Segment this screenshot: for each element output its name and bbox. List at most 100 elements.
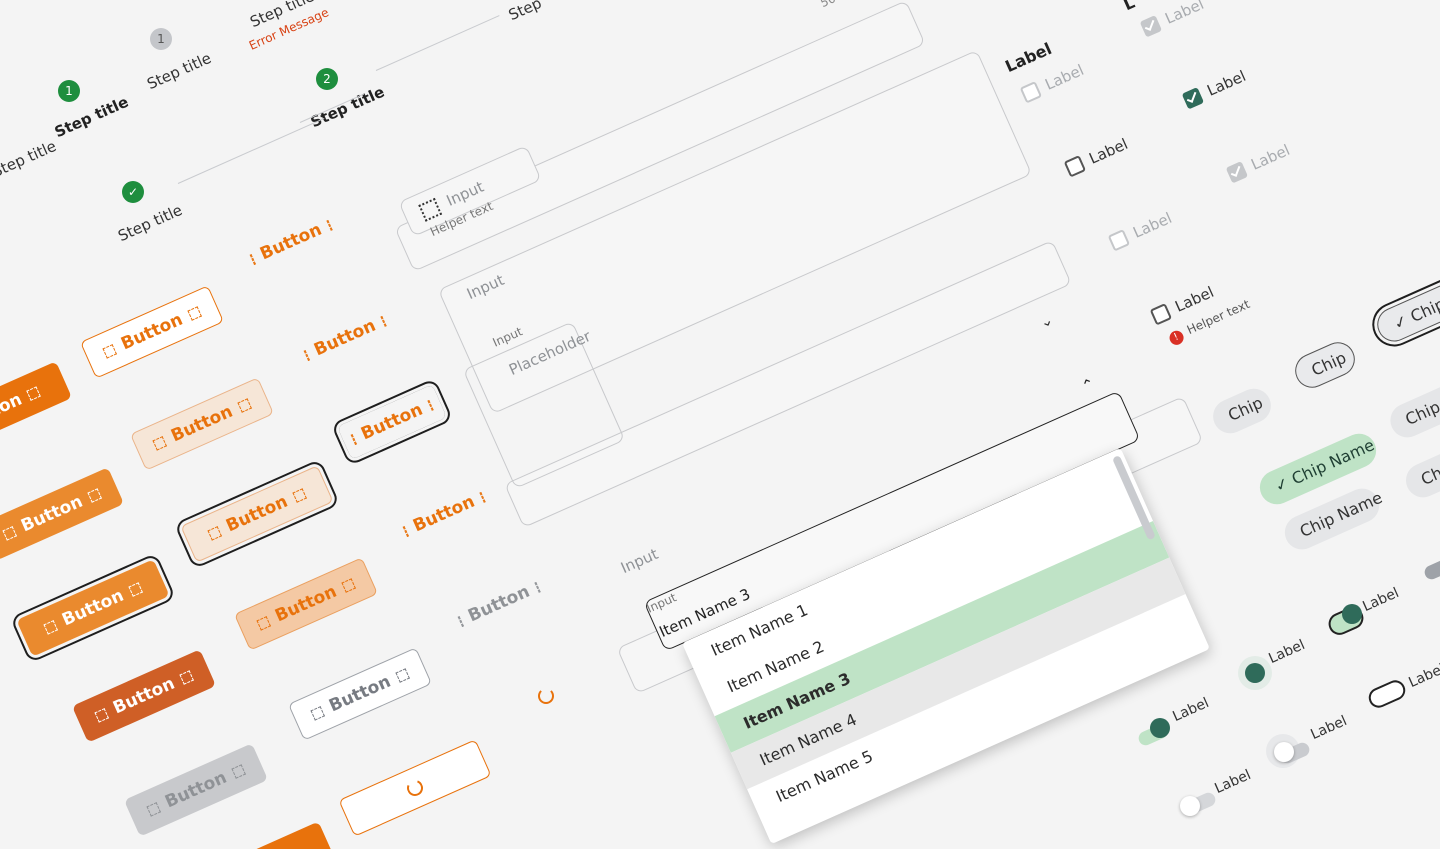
checkbox-box	[1139, 15, 1163, 38]
checkbox-unchecked[interactable]: Label	[1063, 134, 1131, 178]
placeholder-icon	[325, 219, 333, 231]
checkbox-box[interactable]	[1149, 303, 1173, 326]
button-label: Button	[410, 491, 478, 537]
step-number-badge-inactive: 1	[150, 28, 172, 50]
checkbox-box	[1019, 81, 1043, 104]
step-title-inactive[interactable]: Step title	[144, 49, 214, 93]
step-check-badge: ✓	[122, 181, 144, 203]
checkbox-label: Label	[1172, 282, 1217, 316]
chip-label: Chip	[1418, 457, 1440, 489]
checkbox-label: Label	[1248, 140, 1293, 174]
toggle-label: Label	[1266, 637, 1308, 667]
primary-button-pressed[interactable]: Button	[71, 649, 217, 743]
primary-button-disabled: Button	[123, 743, 269, 837]
outline-button[interactable]: Button	[79, 285, 225, 379]
text-button-disabled: Button	[441, 563, 558, 644]
checkbox-checked-disabled-2: Label	[1225, 140, 1293, 184]
placeholder-icon	[236, 398, 252, 413]
button-label: Button	[311, 315, 379, 361]
placeholder-icon	[426, 399, 434, 411]
toggle-knob	[1342, 604, 1362, 624]
placeholder-icon	[303, 349, 311, 361]
tonal-button[interactable]: Button	[129, 377, 275, 471]
chevron-up-icon[interactable]: ⌃	[1079, 374, 1098, 396]
chip-label: Chip	[1407, 294, 1440, 327]
checkbox-checked[interactable]: Label	[1181, 66, 1249, 110]
button-label: Button	[118, 309, 186, 355]
chip-partial[interactable]: Chip N	[1384, 375, 1440, 443]
button-label: Button	[358, 399, 426, 445]
placeholder-icon	[94, 707, 110, 722]
toggle-off-focused[interactable]	[1365, 677, 1409, 711]
loading-spinner-icon	[404, 777, 426, 799]
loading-spinner-icon	[538, 688, 554, 704]
character-counter-partial: 500	[818, 0, 845, 10]
check-icon: ✓	[1271, 473, 1292, 496]
chevron-down-icon[interactable]: ⌄	[1037, 310, 1056, 332]
chip-label: Chip Name	[1296, 487, 1386, 542]
input-placeholder: Input	[618, 544, 661, 578]
chip-selected-focused[interactable]: ✓ Chip	[1371, 271, 1440, 347]
step-connector	[177, 117, 325, 184]
primary-button-focused[interactable]: Button	[16, 559, 170, 657]
placeholder-icon	[152, 435, 168, 450]
checkbox-label: Label	[1042, 60, 1087, 94]
checkbox-label: Label	[1162, 0, 1207, 28]
button-label: Button	[162, 767, 230, 813]
chip-partial-2[interactable]: Chip	[1400, 439, 1440, 503]
step-title-current[interactable]: Step title	[308, 83, 387, 132]
primary-button[interactable]: Button	[0, 361, 73, 455]
text-button-pressed[interactable]: Button	[390, 475, 498, 552]
chip-default[interactable]: Chip	[1207, 383, 1277, 439]
placeholder-icon	[310, 705, 326, 720]
checkbox-box[interactable]	[1181, 87, 1205, 110]
button-label: Button	[18, 491, 86, 537]
button-label: Button	[326, 671, 394, 717]
placeholder-icon	[207, 525, 223, 540]
toggle-label: Label	[1170, 695, 1212, 725]
step-title-partial-left: Step title	[0, 136, 59, 182]
placeholder-icon	[340, 578, 356, 593]
toggle-knob	[1180, 796, 1200, 816]
chip-outlined[interactable]: Chip	[1289, 336, 1361, 394]
checkbox-label: Label	[1086, 134, 1131, 168]
placeholder-icon	[186, 306, 202, 321]
chip-label: Chip	[1225, 392, 1266, 425]
button-label: Button	[110, 673, 178, 719]
placeholder-icon	[394, 668, 410, 683]
toggle-label: Label	[1360, 585, 1402, 615]
button-label: Button	[59, 585, 127, 631]
checkbox-label: Label	[1204, 66, 1249, 100]
placeholder-icon	[146, 801, 162, 816]
checkbox-disabled-2: Label	[1107, 208, 1175, 252]
placeholder-icon	[178, 670, 194, 685]
toggle-knob	[1150, 718, 1170, 738]
placeholder-icon	[256, 615, 272, 630]
primary-button-partial[interactable]	[245, 821, 335, 849]
checkbox-group-label-partial: L	[1120, 0, 1138, 15]
primary-button-hover[interactable]: Button	[0, 467, 125, 561]
checkbox-checked-disabled: Label	[1139, 0, 1207, 38]
placeholder-icon	[26, 385, 41, 401]
step-title-complete[interactable]: Step title	[115, 201, 185, 245]
text-button-hover[interactable]: Button	[287, 297, 404, 378]
button-label: Button	[272, 581, 340, 627]
text-button-focused[interactable]: Button	[337, 384, 447, 459]
placeholder-icon	[418, 197, 442, 222]
toggle-label: Label	[1308, 713, 1350, 743]
placeholder-icon	[457, 615, 465, 627]
checkbox-box	[1107, 229, 1131, 252]
placeholder-icon	[379, 315, 387, 327]
step-number-badge: 1	[58, 80, 80, 102]
button-label: Button	[257, 219, 325, 265]
toggle-knob[interactable]	[1245, 663, 1265, 683]
outline-button-disabled: Button	[287, 647, 433, 741]
text-button[interactable]: Button	[233, 201, 350, 282]
tonal-button-focused[interactable]: Button	[180, 465, 334, 563]
placeholder-icon	[2, 525, 18, 540]
checkbox-box[interactable]	[1063, 155, 1087, 178]
toggle-label: Label	[1406, 661, 1440, 691]
toggle-track-partial[interactable]	[1422, 556, 1440, 582]
button-label: Button	[0, 389, 26, 435]
tonal-button-pressed[interactable]: Button	[233, 557, 379, 651]
